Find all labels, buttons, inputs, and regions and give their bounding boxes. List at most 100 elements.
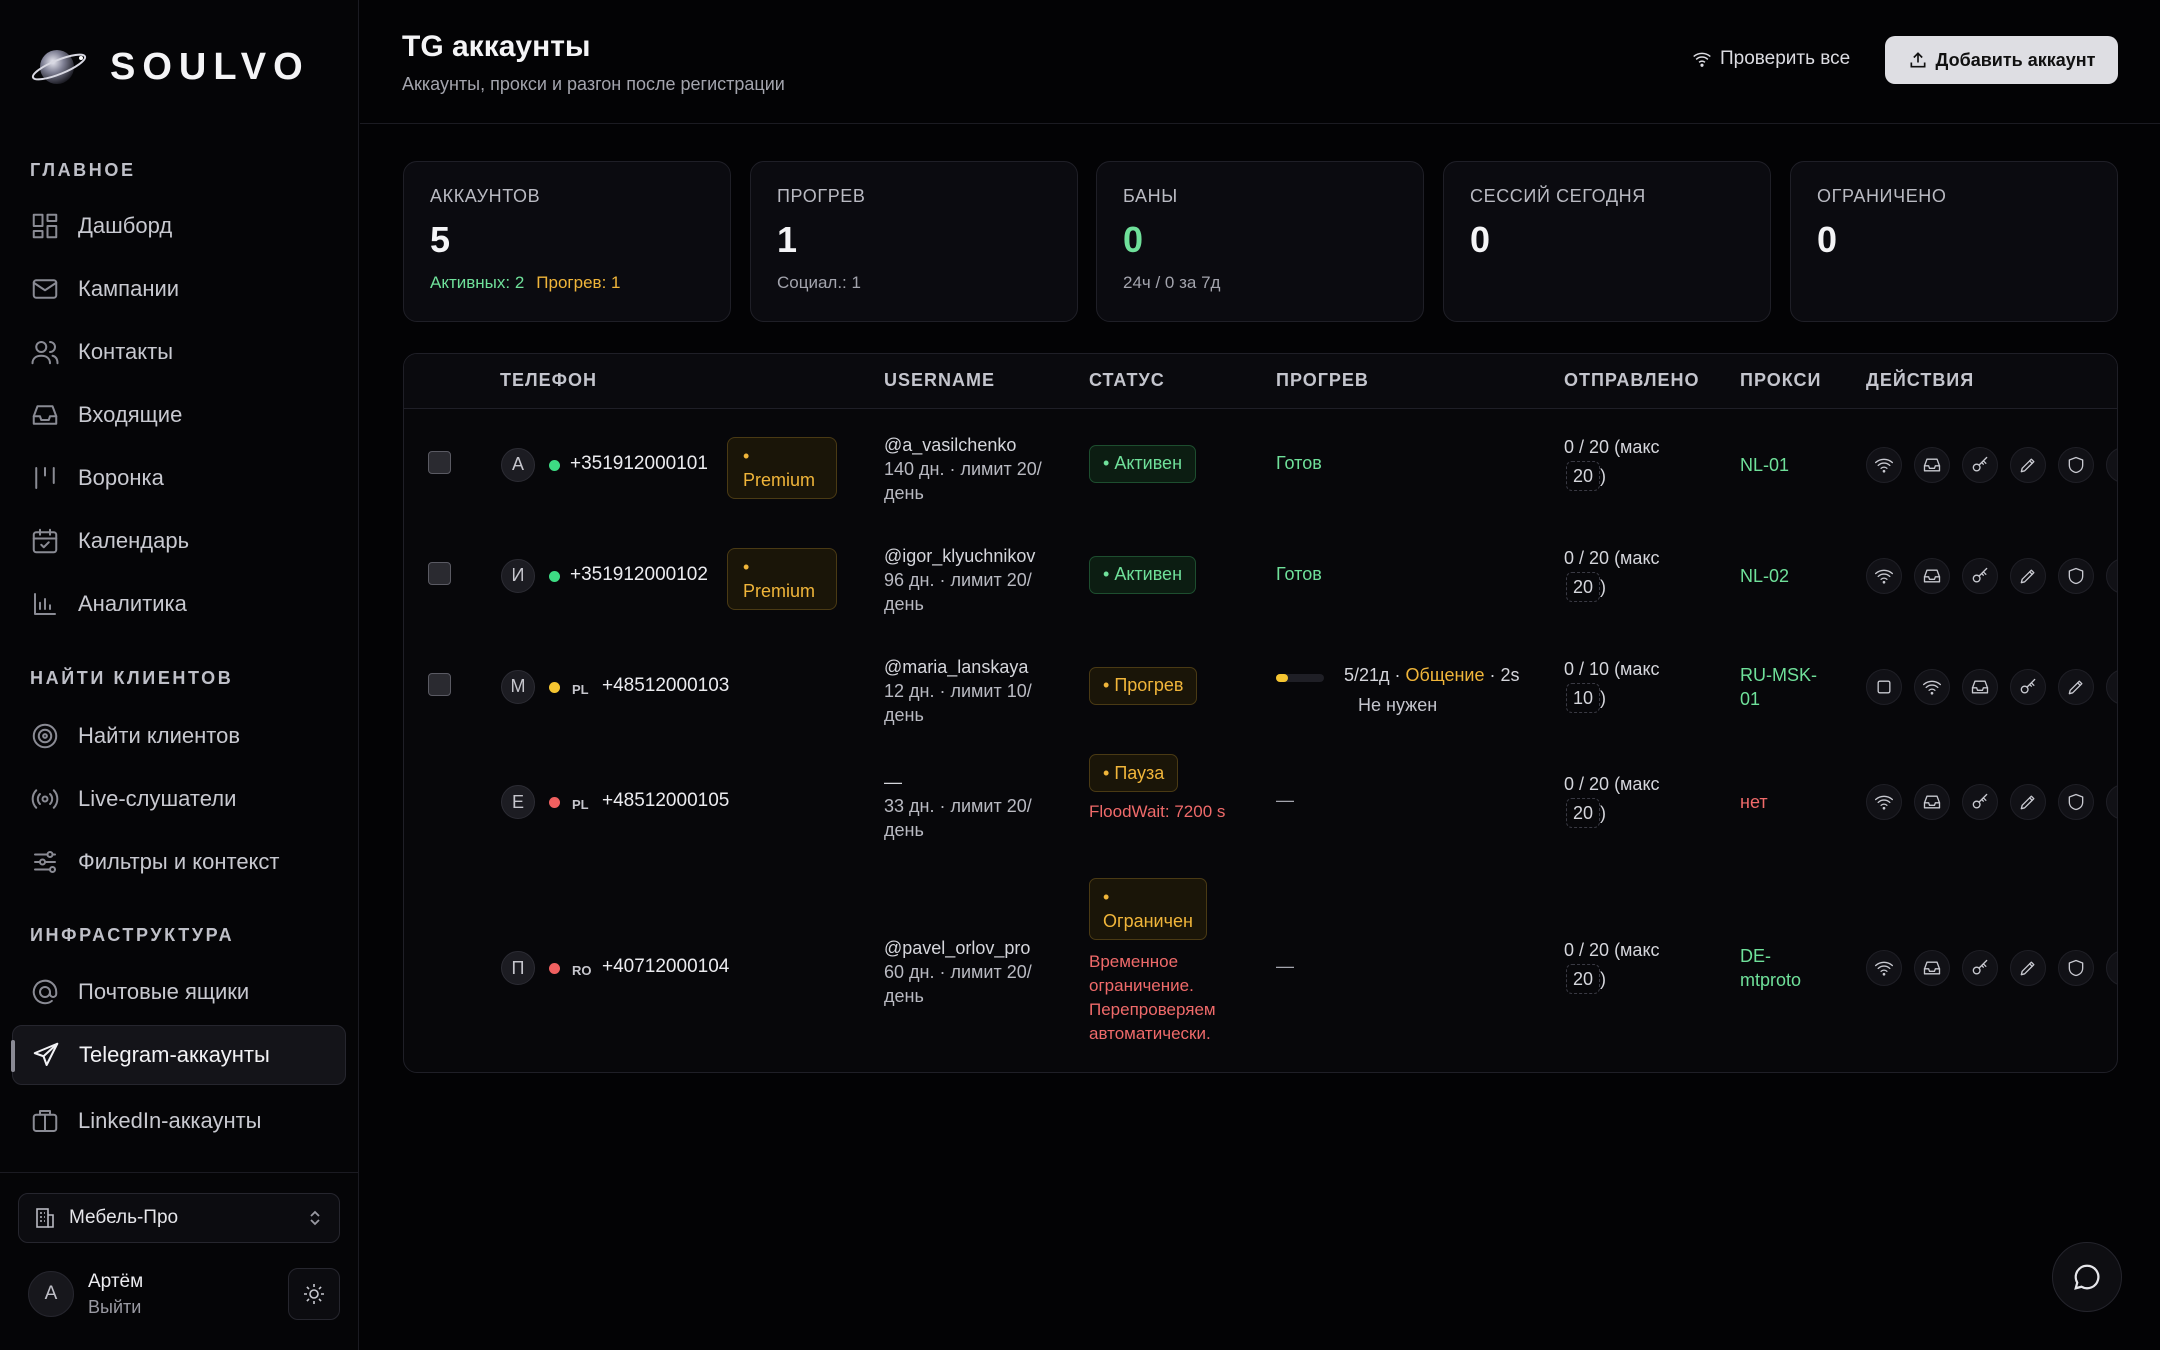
- sent-max-pill: 20: [1566, 571, 1601, 602]
- sidebar-item[interactable]: Календарь: [12, 511, 346, 571]
- country-code: PL: [572, 797, 589, 812]
- status-note: FloodWait: 7200 s: [1089, 802, 1226, 821]
- action-button[interactable]: [1866, 950, 1902, 986]
- action-button[interactable]: [1866, 784, 1902, 820]
- sidebar-item[interactable]: Найти клиентов: [12, 706, 346, 766]
- theme-toggle-button[interactable]: [288, 1268, 340, 1320]
- action-button[interactable]: [1962, 950, 1998, 986]
- column-header: ОТПРАВЛЕНО: [1564, 370, 1700, 390]
- key-icon: [2020, 678, 2036, 693]
- sent-max-pill: 20: [1566, 798, 1601, 828]
- sent-cell: 0 / 20 (макс 20): [1564, 433, 1660, 491]
- sidebar-item[interactable]: Live-слушатели: [12, 769, 346, 829]
- sent-cell: 0 / 10 (макс 10): [1564, 655, 1660, 713]
- sidebar-item-label: Календарь: [78, 528, 190, 553]
- org-select[interactable]: Мебель-Про: [18, 1193, 340, 1243]
- country-code: PL: [572, 681, 589, 697]
- action-button[interactable]: [2058, 668, 2094, 705]
- action-button[interactable]: [2010, 950, 2046, 986]
- avatar[interactable]: А: [28, 1271, 74, 1317]
- proxy-label: RU-MSK-01: [1740, 664, 1817, 709]
- action-button[interactable]: [1914, 446, 1950, 483]
- action-button[interactable]: [2058, 784, 2094, 820]
- wifi-icon: [1923, 680, 1941, 695]
- action-button[interactable]: [1866, 557, 1902, 594]
- sidebar-item[interactable]: Telegram-аккаунты: [11, 1025, 346, 1085]
- action-button[interactable]: [2106, 557, 2117, 594]
- status-label: Активен: [1114, 453, 1183, 473]
- action-button[interactable]: [1962, 557, 1998, 594]
- sidebar-item[interactable]: Кампании: [12, 259, 346, 319]
- action-button[interactable]: [2106, 784, 2117, 820]
- brand-logo[interactable]: SOULVO: [30, 38, 310, 96]
- inbox-icon: [1923, 458, 1941, 471]
- row-checkbox[interactable]: [428, 450, 451, 474]
- stat-value: 0: [1123, 219, 1144, 260]
- proxy-label: NL-01: [1740, 454, 1790, 475]
- row-checkbox[interactable]: [428, 672, 451, 696]
- username-cell: — 33 дн. · лимит 20/день: [884, 770, 1054, 842]
- shield-icon: [2068, 456, 2084, 473]
- pencil-icon: [2020, 795, 2035, 810]
- row-checkbox[interactable]: [428, 561, 451, 585]
- sidebar-item-label: Live-слушатели: [78, 786, 237, 811]
- stat-value: 0: [1817, 219, 1838, 260]
- add-account-button[interactable]: Добавить аккаунт: [1885, 36, 2118, 84]
- action-button[interactable]: [2058, 557, 2094, 594]
- action-button[interactable]: [2010, 784, 2046, 820]
- stat-sub: Социал.: 1: [777, 273, 861, 292]
- stat-card: ОГРАНИЧЕНО 0: [1790, 161, 2118, 322]
- sidebar-item[interactable]: Аналитика: [12, 574, 346, 634]
- inbox-icon: [1923, 795, 1941, 809]
- pencil-icon: [2020, 458, 2035, 472]
- sent-max-pill: 10: [1566, 682, 1601, 713]
- online-dot: [549, 797, 560, 808]
- username: @pavel_orlov_pro: [884, 938, 1031, 958]
- status-note: Временное ограничение. Перепроверяем авт…: [1089, 952, 1216, 1043]
- action-button[interactable]: [2010, 668, 2046, 705]
- action-button[interactable]: [2106, 446, 2117, 483]
- status-label: Прогрев: [1114, 675, 1184, 695]
- page-header: TG аккаунты Аккаунты, прокси и разгон по…: [360, 0, 2160, 124]
- account-meta: 140 дн. · лимит 20/день: [884, 458, 1042, 503]
- sidebar-item[interactable]: Воронка: [12, 448, 346, 508]
- action-button[interactable]: [2010, 446, 2046, 483]
- inbox-icon: [1923, 961, 1941, 975]
- action-button[interactable]: [2010, 557, 2046, 594]
- action-button[interactable]: [2106, 668, 2117, 705]
- square-icon: [1877, 680, 1891, 693]
- accounts-table: ТЕЛЕФОН USERNAME СТАТУС ПРОГРЕВ ОТПРАВЛЕНО ПР…: [403, 353, 2118, 1073]
- send-icon: [33, 1042, 59, 1066]
- sidebar-section-label: ГЛАВНОЕ: [30, 160, 136, 180]
- sidebar-item[interactable]: Входящие: [12, 385, 346, 445]
- check-all-button[interactable]: Проверить все: [1692, 48, 1850, 70]
- action-button[interactable]: [1962, 784, 1998, 820]
- action-button[interactable]: [1914, 557, 1950, 594]
- stat-sub-row: Активных: 2 Прогрев: 1: [430, 273, 704, 293]
- add-account-label: Добавить аккаунт: [1935, 49, 2096, 70]
- sidebar-item[interactable]: LinkedIn-аккаунты: [12, 1091, 346, 1151]
- action-button[interactable]: [1914, 784, 1950, 820]
- action-button[interactable]: [1962, 668, 1998, 705]
- sidebar-item[interactable]: Фильтры и контекст: [12, 832, 346, 892]
- stat-value: 5: [430, 219, 451, 260]
- status-badge: • Активен: [1089, 555, 1197, 594]
- warmup-time: 2s: [1500, 664, 1520, 685]
- chat-button[interactable]: [2052, 1242, 2122, 1312]
- action-button[interactable]: [1914, 668, 1950, 705]
- sidebar-item[interactable]: Дашборд: [12, 196, 346, 256]
- action-button[interactable]: [2058, 950, 2094, 986]
- action-button[interactable]: [2058, 446, 2094, 483]
- action-button[interactable]: [1866, 668, 1902, 705]
- action-button[interactable]: [1962, 446, 1998, 483]
- key-icon: [1972, 456, 1988, 471]
- sent-max-pill: 20: [1566, 460, 1601, 491]
- action-button[interactable]: [1866, 446, 1902, 483]
- logout-link[interactable]: Выйти: [88, 1297, 143, 1318]
- chart-icon: [34, 593, 56, 615]
- action-button[interactable]: [1914, 950, 1950, 986]
- action-button[interactable]: [2106, 950, 2117, 986]
- premium-badge: • Premium: [727, 547, 837, 610]
- sidebar-item[interactable]: Контакты: [12, 322, 346, 382]
- sidebar-item[interactable]: Почтовые ящики: [12, 962, 346, 1022]
